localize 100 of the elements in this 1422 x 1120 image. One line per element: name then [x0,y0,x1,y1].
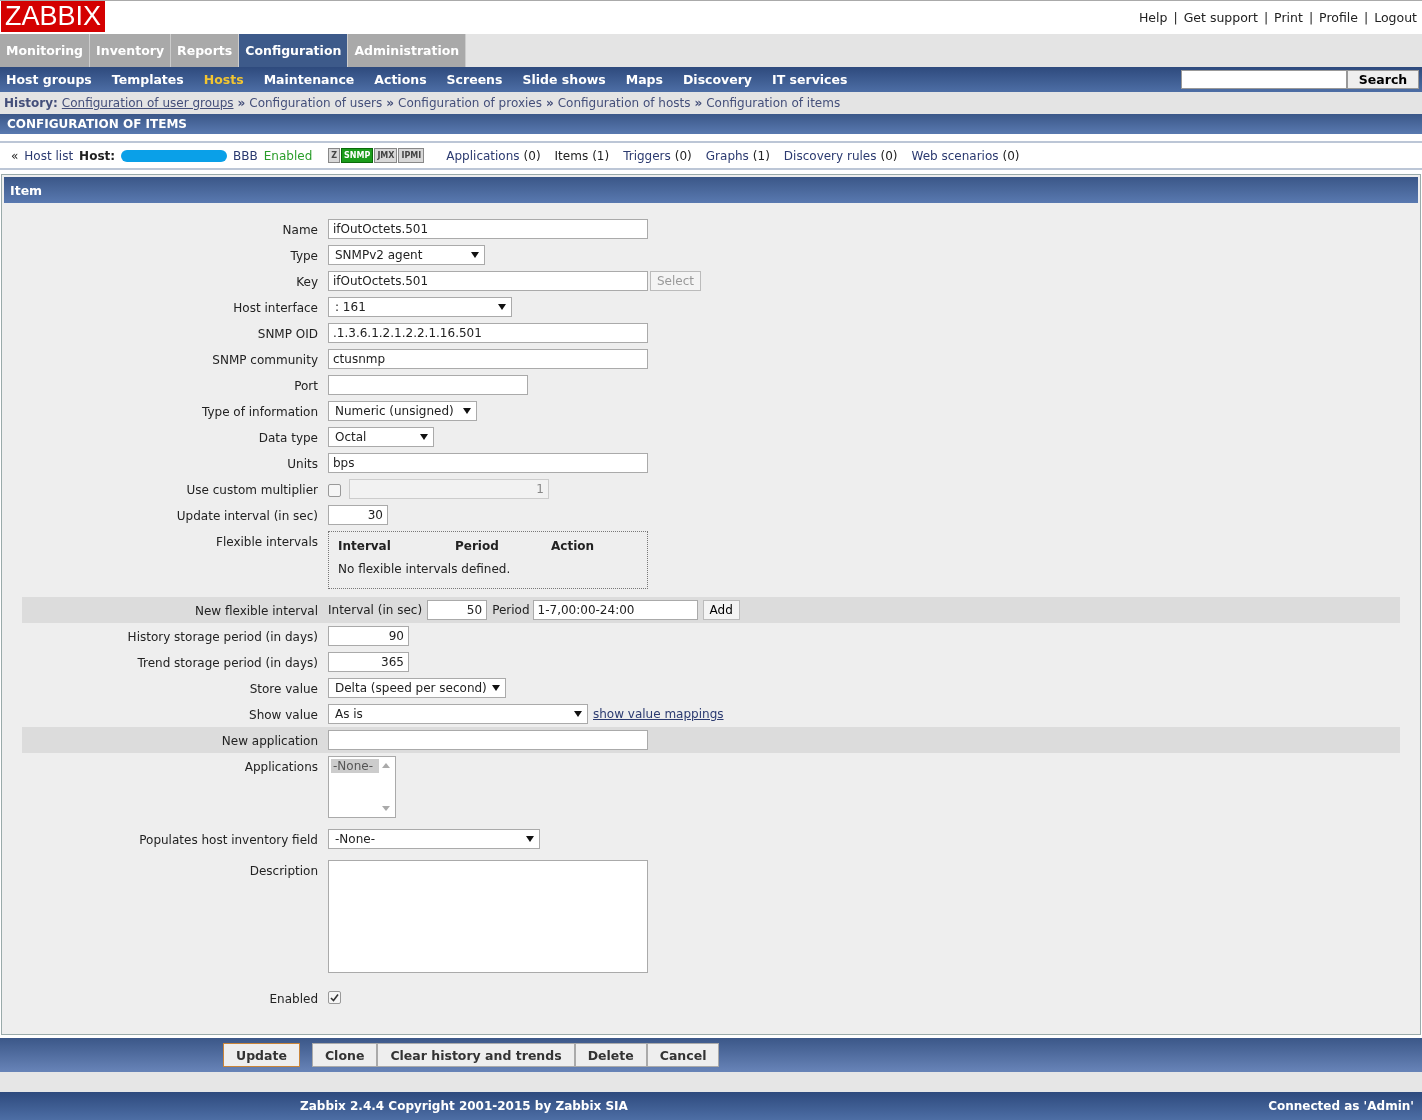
period-label: Period [492,603,530,617]
dropdown-arrow-icon [498,304,506,310]
action-button[interactable]: Update [223,1043,300,1067]
scroll-up-icon[interactable] [382,763,390,768]
applications-listbox[interactable]: -None- [328,756,396,818]
dropdown-arrow-icon [463,408,471,414]
host-section-label: Items [554,148,589,163]
empty-message: No flexible intervals defined. [338,562,512,576]
host-name-link[interactable]: BBB [233,148,258,163]
search-button[interactable]: Search [1347,70,1419,89]
host-section-link[interactable]: Discovery rules [783,148,877,163]
link-separator: | [1308,10,1314,25]
back-arrow: « [11,148,19,163]
menu-tab[interactable]: Configuration [239,34,349,67]
field-label: Port [293,378,318,393]
input-field[interactable]: 50 [427,600,488,620]
field-label: Key [295,274,318,289]
submenu-item[interactable]: Maps [625,72,663,87]
input-field[interactable]: 1-7,00:00-24:00 [532,600,698,620]
header-link[interactable]: Get support [1183,10,1258,25]
history-link[interactable]: Configuration of proxies [398,96,542,110]
action-button[interactable]: Delete [574,1043,647,1067]
submenu-item[interactable]: Hosts [203,72,244,87]
link-separator: | [1173,10,1178,25]
item-count: (1) [592,148,610,163]
value-mappings-link[interactable]: show value mappings [593,707,724,721]
dropdown[interactable]: Delta (speed per second) [328,678,506,698]
history-link[interactable]: Configuration of hosts [557,96,691,110]
link-separator: | [1363,10,1369,25]
field-label: Trend storage period (in days) [136,655,318,670]
availability-badge: JMX [374,148,398,163]
header-link[interactable]: Logout [1374,10,1417,25]
checkbox[interactable] [328,484,341,497]
field-label: Enabled [268,991,318,1006]
field-label: SNMP OID [256,326,318,341]
item-count: (0) [880,148,898,163]
history-link[interactable]: Configuration of users [249,96,383,110]
dropdown[interactable]: : 161 [328,297,512,317]
list-option[interactable]: -None- [331,759,379,773]
action-button[interactable]: Cancel [646,1043,720,1067]
host-section-link[interactable]: Triggers [623,148,671,163]
submenu-item[interactable]: Templates [111,72,184,87]
action-button[interactable]: Clone [311,1043,378,1067]
input-field[interactable]: bps [328,453,648,473]
input-field[interactable]: ifOutOctets.501 [328,271,648,291]
input-field[interactable]: ifOutOctets.501 [328,219,648,239]
header-link[interactable]: Help [1138,10,1168,25]
page-title: CONFIGURATION OF ITEMS [0,114,1422,134]
history-link[interactable]: Configuration of user groups [61,96,234,110]
dropdown-arrow-icon [420,434,428,440]
submenu-item[interactable]: Screens [446,72,503,87]
input-field[interactable]: .1.3.6.1.2.1.2.2.1.16.501 [328,323,648,343]
dropdown-arrow-icon [492,685,500,691]
dropdown[interactable]: SNMPv2 agent [328,245,485,265]
action-button[interactable]: Clear history and trends [377,1043,575,1067]
dropdown[interactable]: Octal [328,427,434,447]
link-separator: | [1263,10,1269,25]
field-label: Units [286,456,318,471]
checkbox[interactable] [328,991,341,1004]
field-label: Type [289,248,318,263]
field-label: Use custom multiplier [185,482,318,497]
scroll-down-icon[interactable] [382,806,390,811]
column-header: Period [455,539,500,553]
input-field[interactable]: 90 [328,626,409,646]
field-label: Show value [248,707,318,722]
description-textarea[interactable] [328,860,648,973]
host-list-link[interactable]: Host list [24,148,74,163]
input-field[interactable] [328,730,648,750]
field-label: Name [281,222,318,237]
input-field[interactable]: 30 [328,505,388,525]
header-link[interactable]: Profile [1319,10,1358,25]
submenu-item[interactable]: Discovery [683,72,753,87]
submenu-item[interactable]: IT services [772,72,848,87]
item-count: (0) [1002,148,1020,163]
item-count: (0) [523,148,541,163]
history-label: History: [4,96,58,110]
host-section-link[interactable]: Web scenarios [911,148,999,163]
submenu-item[interactable]: Maintenance [263,72,355,87]
field-label: Host interface [232,300,318,315]
input-field[interactable]: 365 [328,652,409,672]
dropdown[interactable]: Numeric (unsigned) [328,401,477,421]
breadcrumb-separator: » [545,96,554,110]
host-section-link[interactable]: Applications [446,148,520,163]
header-link[interactable]: Print [1274,10,1303,25]
search-field[interactable] [1181,70,1347,89]
submenu-item[interactable]: Actions [374,72,427,87]
submenu-item[interactable]: Host groups [6,72,92,87]
field-label: Populates host inventory field [138,832,318,847]
host-section-link[interactable]: Graphs [705,148,749,163]
input-field[interactable]: ctusnmp [328,349,648,369]
dropdown[interactable]: As is [328,704,588,724]
item-count: (0) [674,148,692,163]
dropdown[interactable]: -None- [328,829,540,849]
field-label: Applications [243,759,318,774]
breadcrumb-separator: » [386,96,395,110]
input-field[interactable] [328,375,528,395]
history-link[interactable]: Configuration of items [706,96,841,110]
submenu-item[interactable]: Slide shows [522,72,606,87]
host-label: Host: [79,148,116,163]
add-button[interactable]: Add [702,600,740,620]
